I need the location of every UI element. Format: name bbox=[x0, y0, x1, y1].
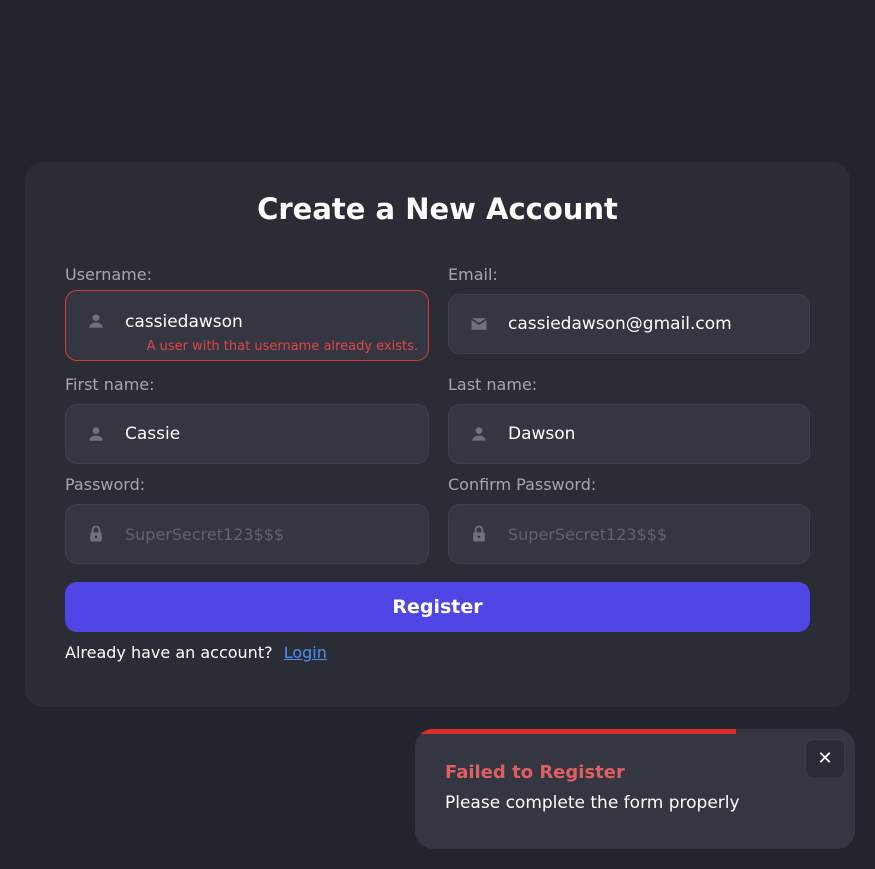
register-card: Create a New Account Username: cassiedaw… bbox=[25, 162, 850, 707]
username-error: A user with that username already exists… bbox=[146, 339, 418, 354]
user-icon bbox=[89, 427, 103, 441]
email-input[interactable]: cassiedawson@gmail.com bbox=[448, 294, 810, 354]
password-label: Password: bbox=[65, 475, 146, 494]
first-name-group: First name: Cassie bbox=[65, 374, 429, 464]
email-group: Email: cassiedawson@gmail.com bbox=[448, 264, 810, 354]
username-group: Username: cassiedawson A user with that … bbox=[65, 264, 429, 361]
register-button[interactable]: Register bbox=[65, 582, 810, 632]
last-name-label: Last name: bbox=[448, 375, 538, 394]
password-placeholder: SuperSecret123$$$ bbox=[125, 525, 285, 544]
email-label: Email: bbox=[448, 265, 498, 284]
password-group: Password: SuperSecret123$$$ bbox=[65, 474, 429, 564]
confirm-password-group: Confirm Password: SuperSecret123$$$ bbox=[448, 474, 810, 564]
username-value: cassiedawson bbox=[125, 312, 243, 332]
password-input[interactable]: SuperSecret123$$$ bbox=[65, 504, 429, 564]
login-prompt-text: Already have an account? bbox=[65, 643, 273, 662]
first-name-value: Cassie bbox=[125, 424, 181, 444]
user-icon bbox=[472, 427, 486, 441]
username-input[interactable]: cassiedawson A user with that username a… bbox=[65, 290, 429, 361]
last-name-input[interactable]: Dawson bbox=[448, 404, 810, 464]
toast-title: Failed to Register bbox=[445, 762, 625, 783]
lock-icon bbox=[90, 525, 102, 542]
confirm-password-placeholder: SuperSecret123$$$ bbox=[508, 525, 668, 544]
confirm-password-label: Confirm Password: bbox=[448, 475, 597, 494]
last-name-value: Dawson bbox=[508, 424, 576, 444]
page-title: Create a New Account bbox=[257, 192, 618, 226]
user-icon bbox=[89, 314, 103, 328]
close-icon[interactable]: ✕ bbox=[805, 739, 845, 779]
email-value: cassiedawson@gmail.com bbox=[508, 314, 732, 334]
toast-progress-bar bbox=[415, 729, 737, 734]
login-prompt: Already have an account? Login bbox=[65, 643, 327, 662]
first-name-label: First name: bbox=[65, 375, 155, 394]
lock-icon bbox=[473, 525, 485, 542]
first-name-input[interactable]: Cassie bbox=[65, 404, 429, 464]
error-toast: Failed to Register Please complete the f… bbox=[415, 729, 855, 849]
username-label: Username: bbox=[65, 265, 152, 284]
login-link[interactable]: Login bbox=[284, 643, 327, 662]
last-name-group: Last name: Dawson bbox=[448, 374, 810, 464]
confirm-password-input[interactable]: SuperSecret123$$$ bbox=[448, 504, 810, 564]
toast-message: Please complete the form properly bbox=[445, 793, 740, 813]
mail-icon bbox=[471, 318, 487, 330]
